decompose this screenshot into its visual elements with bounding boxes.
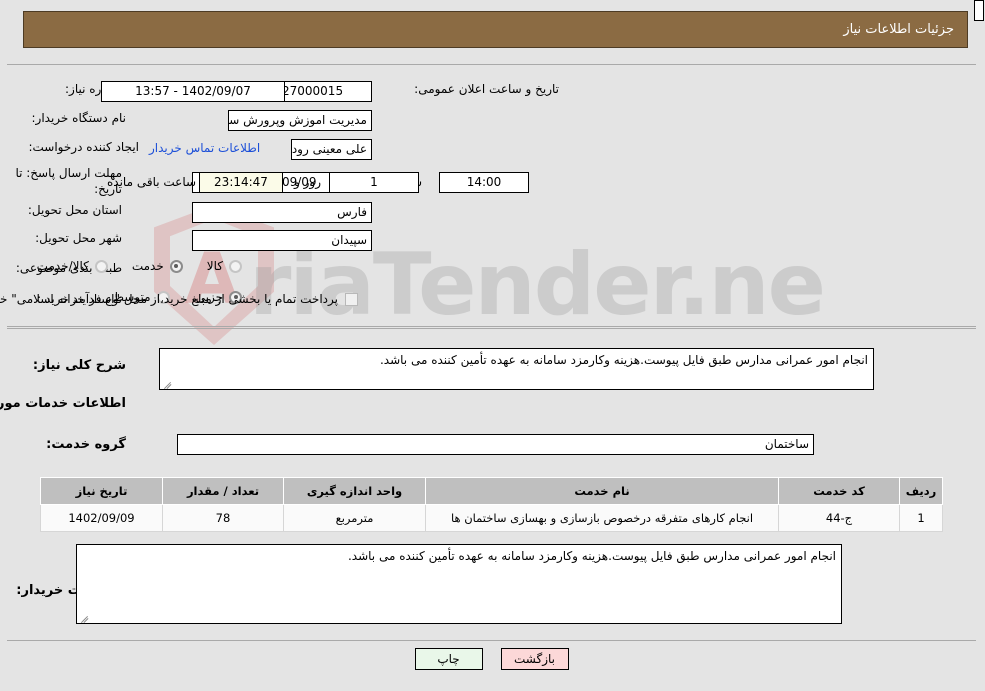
cell-unit: مترمربع (284, 504, 427, 532)
cell-date: 1402/09/09 (41, 504, 164, 532)
service-group-value: ساختمان (178, 434, 815, 455)
announce-date-value: 1402/09/07 - 13:57 (102, 81, 286, 102)
summary-label: شرح کلی نیاز: (33, 358, 127, 373)
col-quantity: تعداد / مقدار (163, 477, 285, 505)
page-title: جزئیات اطلاعات نیاز (844, 22, 955, 37)
need-info-panel (8, 64, 977, 327)
creator-label: ایجاد کننده درخواست: (29, 140, 140, 154)
cell-code: ج-44 (779, 504, 901, 532)
col-index: ردیف (900, 477, 944, 505)
buyer-contact-link[interactable]: اطلاعات تماس خریدار (150, 141, 261, 155)
city-label: شهر محل تحویل: (36, 231, 123, 245)
action-buttons: بازگشت چاپ (0, 648, 985, 670)
cell-index: 1 (900, 504, 944, 532)
announce-date-label: تاریخ و ساعت اعلان عمومی: (415, 82, 560, 96)
cell-quantity: 78 (163, 504, 285, 532)
page-header-bar: جزئیات اطلاعات نیاز (24, 11, 969, 48)
col-name: نام خدمت (426, 477, 780, 505)
creator-row: ایجاد کننده درخواست: (29, 140, 140, 154)
services-section-heading: اطلاعات خدمات مورد نیاز (0, 396, 127, 411)
table-header-row: ردیف کد خدمت نام خدمت واحد اندازه گیری ت… (41, 477, 944, 505)
province-value: فارس (193, 202, 373, 223)
checkbox-icon[interactable] (346, 292, 359, 306)
buyer-org-label: نام دستگاه خریدار: (32, 111, 128, 125)
buyer-notes-text: انجام امور عمرانی مدارس طبق فایل پیوست.ه… (348, 549, 837, 563)
treasury-bond-checkbox-row[interactable]: پرداخت تمام یا بخشی از مبلغ خرید،از محل … (0, 292, 359, 306)
province-label: استان محل تحویل: (28, 203, 123, 217)
category-options: کالا خدمت کالا/خدمت (38, 259, 243, 273)
col-unit: واحد اندازه گیری (284, 477, 427, 505)
creator-value: علی معینی رودبالی کارشناس خرید مدیریت ام… (292, 139, 373, 160)
buyer-org-value: مدیریت اموزش وپرورش سپیدان (229, 110, 373, 131)
city-value: سپیدان (193, 230, 373, 251)
category-option-label: کالا (207, 259, 224, 273)
deadline-time-value: 14:00 (440, 172, 530, 193)
category-option-kala-khedmat[interactable]: کالا/خدمت (38, 259, 109, 273)
cell-name: انجام کارهای متفرقه درخصوص بازسازی و بهس… (426, 504, 780, 532)
category-option-label: خدمت (132, 259, 165, 273)
deadline-label-block: مهلت ارسال پاسخ: تا تاریخ: (8, 165, 123, 197)
province-row: استان محل تحویل: (29, 203, 123, 217)
remaining-days-value: 1 (330, 172, 420, 193)
services-table: ردیف کد خدمت نام خدمت واحد اندازه گیری ت… (41, 477, 944, 532)
summary-textarea[interactable]: انجام امور عمرانی مدارس طبق فایل پیوست.ه… (160, 348, 875, 390)
days-and-label: روز و (295, 175, 322, 189)
resize-grip-icon[interactable] (81, 612, 90, 623)
category-option-khedmat[interactable]: خدمت (133, 259, 184, 273)
remaining-time-countdown: 23:14:47 (200, 172, 284, 193)
resize-grip-icon[interactable] (164, 378, 173, 389)
category-option-kala[interactable]: کالا (208, 259, 243, 273)
summary-text: انجام امور عمرانی مدارس طبق فایل پیوست.ه… (380, 353, 869, 367)
back-button[interactable]: بازگشت (501, 648, 570, 670)
city-row: شهر محل تحویل: (36, 231, 123, 245)
radio-icon[interactable] (230, 259, 243, 273)
radio-icon[interactable] (170, 259, 184, 273)
buyer-org-row: نام دستگاه خریدار: (33, 111, 128, 125)
service-group-label: گروه خدمت: (47, 437, 127, 452)
col-date: تاریخ نیاز (41, 477, 164, 505)
announce-date-row: تاریخ و ساعت اعلان عمومی: (415, 82, 560, 96)
category-option-label: کالا/خدمت (37, 259, 90, 273)
remaining-suffix-label: ساعت باقی مانده (108, 175, 198, 189)
col-code: کد خدمت (779, 477, 901, 505)
radio-icon[interactable] (95, 259, 109, 273)
treasury-bond-label: پرداخت تمام یا بخشی از مبلغ خرید،از محل … (0, 292, 339, 306)
buyer-notes-textarea[interactable]: انجام امور عمرانی مدارس طبق فایل پیوست.ه… (77, 544, 843, 624)
print-button[interactable]: چاپ (415, 648, 484, 670)
table-row: 1 ج-44 انجام کارهای متفرقه درخصوص بازساز… (41, 504, 944, 532)
deadline-label: مهلت ارسال پاسخ: تا تاریخ: (16, 166, 123, 196)
